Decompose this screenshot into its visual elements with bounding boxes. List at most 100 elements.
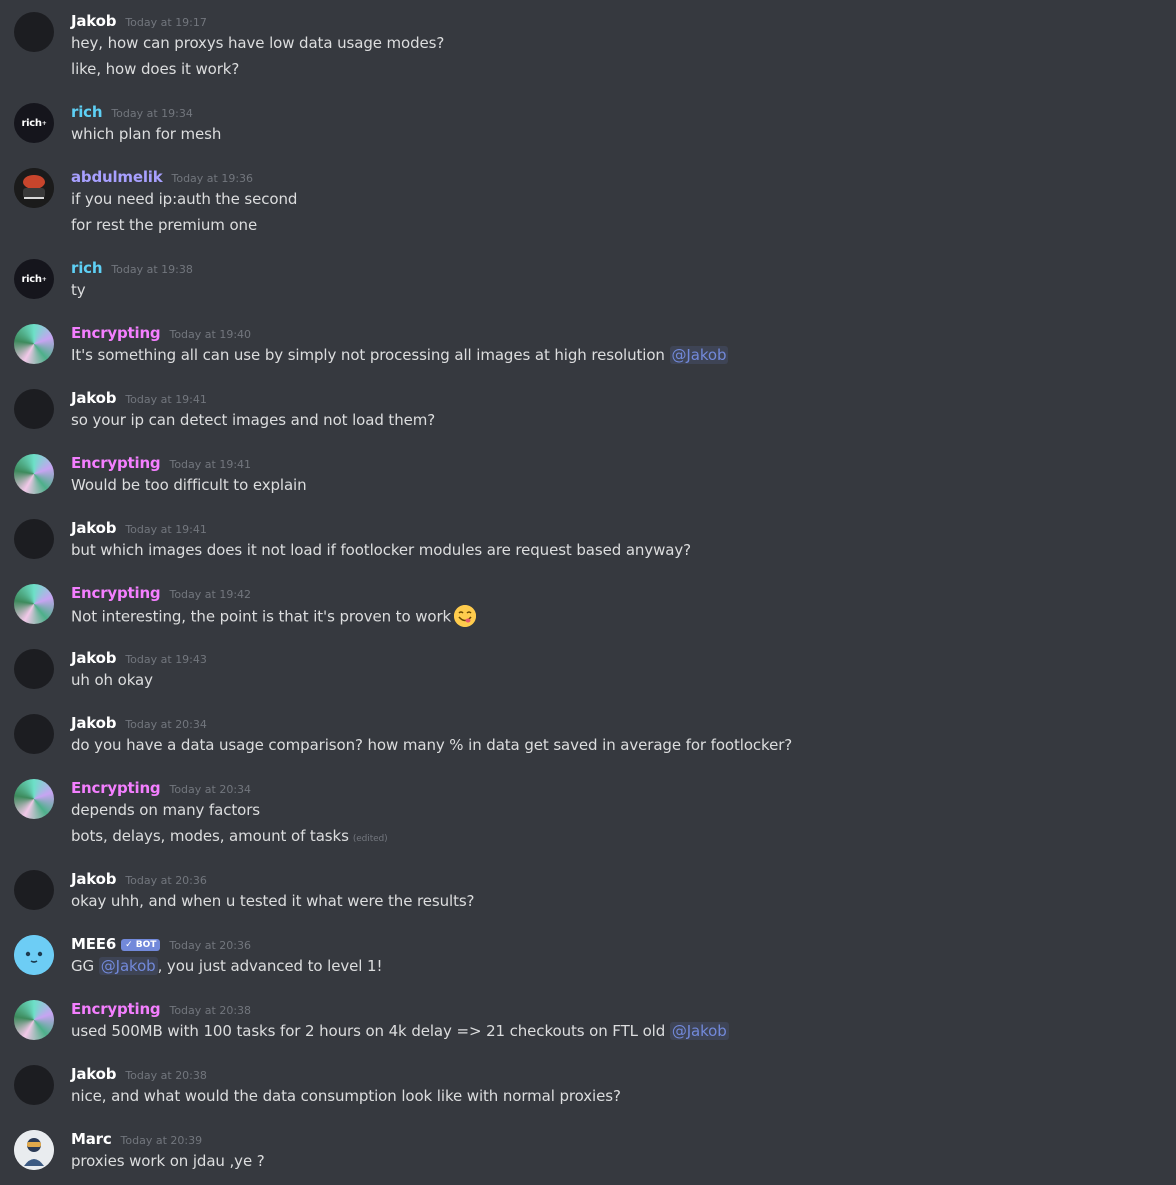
avatar[interactable]: [14, 389, 54, 429]
message-text-content: bots, delays, modes, amount of tasks: [71, 827, 349, 845]
username[interactable]: Encrypting: [71, 779, 161, 797]
avatar[interactable]: [14, 649, 54, 689]
timestamp: Today at 19:42: [169, 588, 252, 601]
message-header: Encrypting Today at 19:42: [71, 584, 251, 602]
edited-label: (edited): [352, 834, 388, 844]
avatar-logo-text: rich: [21, 117, 43, 129]
message-text: do you have a data usage comparison? how…: [71, 736, 793, 754]
user-mention[interactable]: @Jakob: [98, 957, 158, 975]
user-mention[interactable]: @Jakob: [669, 1022, 729, 1040]
timestamp: Today at 19:41: [125, 523, 207, 536]
message-text: ty: [71, 281, 86, 299]
bot-badge-label: BOT: [135, 940, 157, 950]
message-text-content: It's something all can use by simply not…: [71, 346, 670, 364]
avatar[interactable]: [14, 779, 54, 819]
message-header: Jakob Today at 19:41: [71, 389, 207, 407]
message-header: Jakob Today at 20:34: [71, 714, 207, 732]
message-text: okay uhh, and when u tested it what were…: [71, 892, 475, 910]
timestamp: Today at 20:38: [125, 1069, 207, 1082]
message-header: Encrypting Today at 19:41: [71, 454, 251, 472]
username[interactable]: Jakob: [71, 1065, 117, 1083]
avatar[interactable]: [14, 870, 54, 910]
message-header: Jakob Today at 19:41: [71, 519, 207, 537]
marc-avatar-icon: [14, 1130, 54, 1170]
avatar[interactable]: [14, 519, 54, 559]
username[interactable]: Jakob: [71, 714, 117, 732]
avatar[interactable]: rich +: [14, 103, 54, 143]
message-text: but which images does it not load if foo…: [71, 541, 692, 559]
message-text: nice, and what would the data consumptio…: [71, 1087, 621, 1105]
message-header: Jakob Today at 20:36: [71, 870, 207, 888]
message-text: Would be too difficult to explain: [71, 476, 307, 494]
message-text: GG @Jakob, you just advanced to level 1!: [71, 957, 382, 975]
timestamp: Today at 20:39: [120, 1134, 203, 1147]
message-header: abdulmelik Today at 19:36: [71, 168, 253, 186]
username[interactable]: Jakob: [71, 389, 117, 407]
timestamp: Today at 19:34: [111, 107, 193, 120]
message-text-content: Not interesting, the point is that it's …: [71, 607, 452, 626]
username[interactable]: Encrypting: [71, 1000, 161, 1018]
avatar[interactable]: [14, 935, 54, 975]
message-text: hey, how can proxys have low data usage …: [71, 34, 445, 52]
timestamp: Today at 20:38: [169, 1004, 252, 1017]
message-text: so your ip can detect images and not loa…: [71, 411, 436, 429]
timestamp: Today at 19:36: [171, 172, 254, 185]
message-header: Marc Today at 20:39: [71, 1130, 202, 1148]
avatar[interactable]: rich +: [14, 259, 54, 299]
avatar[interactable]: [14, 454, 54, 494]
message-text: It's something all can use by simply not…: [71, 346, 729, 364]
message-text: proxies work on jdau ,ye ?: [71, 1152, 265, 1170]
timestamp: Today at 19:41: [169, 458, 252, 471]
yum-emoji-icon[interactable]: [454, 605, 477, 627]
username[interactable]: Jakob: [71, 519, 117, 537]
avatar[interactable]: [14, 324, 54, 364]
message-text: for rest the premium one: [71, 216, 258, 234]
avatar[interactable]: [14, 1130, 54, 1170]
username[interactable]: Encrypting: [71, 324, 161, 342]
user-mention[interactable]: @Jakob: [669, 346, 729, 364]
message-text: bots, delays, modes, amount of tasks (edi…: [71, 827, 388, 845]
message-text: used 500MB with 100 tasks for 2 hours on…: [71, 1022, 729, 1040]
message-header: rich Today at 19:34: [71, 103, 193, 121]
username[interactable]: Jakob: [71, 649, 117, 667]
mee6-face-icon: [14, 935, 54, 975]
verified-check-icon: ✓: [125, 940, 136, 950]
username[interactable]: Marc: [71, 1130, 112, 1148]
username[interactable]: rich: [71, 103, 103, 121]
avatar[interactable]: [14, 714, 54, 754]
message-header: Encrypting Today at 19:40: [71, 324, 251, 342]
timestamp: Today at 19:38: [111, 263, 193, 276]
username[interactable]: Jakob: [71, 870, 117, 888]
message-header: Jakob Today at 19:17: [71, 12, 207, 30]
message-header: MEE6 ✓ BOT Today at 20:36: [71, 935, 251, 953]
avatar-logo-text: rich: [21, 273, 43, 285]
timestamp: Today at 19:43: [125, 653, 207, 666]
message-header: rich Today at 19:38: [71, 259, 193, 277]
avatar[interactable]: [14, 1000, 54, 1040]
avatar[interactable]: [14, 584, 54, 624]
message-text: which plan for mesh: [71, 125, 222, 143]
message-text: uh oh okay: [71, 671, 153, 689]
abdulmelik-avatar-icon: [14, 168, 54, 208]
message-text: depends on many factors: [71, 801, 260, 819]
username[interactable]: abdulmelik: [71, 168, 163, 186]
timestamp: Today at 20:36: [125, 874, 207, 887]
timestamp: Today at 20:34: [169, 783, 252, 796]
avatar[interactable]: [14, 168, 54, 208]
bot-badge: ✓ BOT: [121, 939, 161, 951]
username[interactable]: MEE6: [71, 935, 116, 953]
avatar[interactable]: [14, 1065, 54, 1105]
message-text: if you need ip:auth the second: [71, 190, 298, 208]
message-text-content: , you just advanced to level 1!: [157, 957, 383, 975]
message-header: Jakob Today at 20:38: [71, 1065, 207, 1083]
username[interactable]: rich: [71, 259, 103, 277]
timestamp: Today at 20:34: [125, 718, 207, 731]
message-text-content: GG: [71, 957, 99, 975]
username[interactable]: Encrypting: [71, 584, 161, 602]
timestamp: Today at 20:36: [169, 939, 251, 952]
username[interactable]: Encrypting: [71, 454, 161, 472]
username[interactable]: Jakob: [71, 12, 117, 30]
avatar[interactable]: [14, 12, 54, 52]
message-text: Not interesting, the point is that it's …: [71, 605, 477, 628]
message-header: Jakob Today at 19:43: [71, 649, 207, 667]
